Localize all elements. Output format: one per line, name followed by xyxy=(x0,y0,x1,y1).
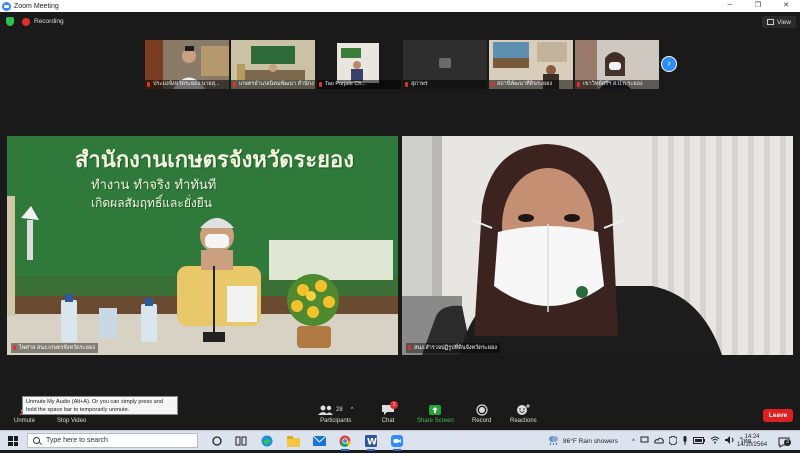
rain-cloud-icon xyxy=(548,435,559,447)
chat-button[interactable]: 1 Chat xyxy=(381,401,398,424)
participant-name: Tao Porjate Ch... xyxy=(317,80,401,89)
recording-icon xyxy=(22,18,30,26)
volume-icon[interactable] xyxy=(725,436,735,446)
window-title: Zoom Meeting xyxy=(14,2,59,10)
chat-badge: 1 xyxy=(390,401,398,409)
unmute-label: Unmute xyxy=(14,418,36,424)
next-page-button[interactable]: › xyxy=(661,56,677,72)
view-button[interactable]: View xyxy=(762,16,796,28)
security-shield-icon[interactable] xyxy=(6,17,14,26)
search-icon xyxy=(33,437,40,444)
participants-icon: 28 ^ xyxy=(318,402,354,418)
video-tile-left[interactable]: สำนักงานเกษตรจังหวัดระยอง ทำงาน ทำจริง ท… xyxy=(7,136,398,355)
cortana-icon[interactable] xyxy=(210,434,224,448)
chrome-browser-icon[interactable] xyxy=(338,434,352,451)
office-sign-motto: ทำงาน ทำจริง ทำทันที xyxy=(91,178,217,193)
security-icon[interactable] xyxy=(668,434,678,447)
zoom-app-icon[interactable] xyxy=(390,434,404,451)
system-tray: ^ ไทย xyxy=(632,431,751,451)
participant-thumbnail[interactable]: เกษตรอำเภอนิคมพัฒนา สำนักงาน... xyxy=(231,40,315,89)
participant-video-icon xyxy=(402,136,793,355)
notification-count: 3 xyxy=(784,439,791,446)
notification-center-icon[interactable]: 3 xyxy=(778,435,791,448)
clock-date: 14/10/2564 xyxy=(737,442,768,448)
battery-icon[interactable] xyxy=(693,436,706,446)
participants-button[interactable]: 28 ^ Participants xyxy=(318,402,354,424)
reactions-label: Reactions xyxy=(510,418,537,424)
participant-name: สุภาพร xyxy=(403,80,487,89)
view-label: View xyxy=(777,18,791,26)
close-button[interactable]: ✕ xyxy=(772,0,800,12)
edge-browser-icon[interactable] xyxy=(260,434,274,448)
participants-count: 28 xyxy=(336,407,343,413)
recording-label: Recording xyxy=(34,18,64,25)
windows-start-icon[interactable] xyxy=(8,436,18,446)
weather-text: 86°F Rain showers xyxy=(563,437,618,445)
record-label: Record xyxy=(472,418,492,424)
maximize-button[interactable]: ❐ xyxy=(744,0,772,12)
clock-time: 14:24 xyxy=(744,434,760,440)
windows-taskbar: Type here to search W 86°F Rain showers … xyxy=(0,430,800,451)
participant-thumbnail[interactable]: ประมงจังหวัดระยอง นายสุ... xyxy=(145,40,229,89)
participant-name: ประมงจังหวัดระยอง นายสุ... xyxy=(145,80,229,89)
network-icon[interactable] xyxy=(640,436,649,446)
meeting-info-bar: Recording View xyxy=(0,12,800,32)
share-screen-icon xyxy=(428,402,442,418)
grid-view-icon xyxy=(767,19,775,25)
participant-name: เกษตรอำเภอนิคมพัฒนา สำนักงาน... xyxy=(231,80,315,89)
unmute-tooltip: Unmute My Audio (Alt+A). Or you can simp… xyxy=(22,396,178,415)
minimize-button[interactable]: ─ xyxy=(716,0,744,12)
window-titlebar: Zoom Meeting ─ ❐ ✕ xyxy=(0,0,800,12)
share-screen-button[interactable]: Share Screen xyxy=(417,402,454,424)
participant-name: สถานีพัฒนาที่ดินระยอง xyxy=(489,80,573,89)
weather-widget[interactable]: 86°F Rain showers xyxy=(548,431,618,451)
office-sign-title: สำนักงานเกษตรจังหวัดระยอง xyxy=(75,147,354,173)
reactions-button[interactable]: Reactions xyxy=(510,402,537,424)
record-icon xyxy=(476,402,488,418)
word-icon[interactable]: W xyxy=(364,434,378,451)
video-tile-right[interactable]: สนง.สำรวจปฏิรูปที่ดินจังหวัดระยอง xyxy=(402,136,793,355)
taskbar-clock[interactable]: 14:24 14/10/2564 xyxy=(737,433,767,449)
smiley-add-icon xyxy=(516,402,531,418)
chat-bubble-icon: 1 xyxy=(381,401,398,418)
wifi-icon[interactable] xyxy=(710,436,720,446)
svg-text:W: W xyxy=(367,438,377,448)
office-sign-subtitle: เกิดผลสัมฤทธิ์และยั่งยืน xyxy=(91,196,212,210)
taskbar-search-input[interactable]: Type here to search xyxy=(27,433,198,448)
window-controls: ─ ❐ ✕ xyxy=(716,0,800,12)
participants-label: Participants xyxy=(320,418,352,424)
stop-video-label: Stop Video xyxy=(57,418,87,424)
task-view-icon[interactable] xyxy=(234,434,248,448)
participant-thumbnail[interactable]: สถานีพัฒนาที่ดินระยอง xyxy=(489,40,573,89)
search-placeholder: Type here to search xyxy=(46,437,108,444)
participant-thumbnail[interactable]: สุภาพร xyxy=(403,40,487,89)
participants-caret-icon[interactable]: ^ xyxy=(351,407,354,413)
mail-icon[interactable] xyxy=(312,434,326,448)
participant-name: สนง.สำรวจปฏิรูปที่ดินจังหวัดระยอง xyxy=(406,343,500,353)
participant-thumbnail[interactable]: เขาวิทย์ศรีฯ ส.ป.ก.ระยอง xyxy=(575,40,659,89)
microphone-tray-icon[interactable] xyxy=(682,435,688,447)
record-button[interactable]: Record xyxy=(472,402,491,424)
zoom-logo-icon xyxy=(2,1,11,11)
participant-thumbnail[interactable]: Tao Porjate Ch... xyxy=(317,40,401,89)
file-explorer-icon[interactable] xyxy=(286,434,300,448)
leave-button[interactable]: Leave xyxy=(763,409,793,422)
tray-chevron-icon[interactable]: ^ xyxy=(632,438,635,445)
share-screen-label: Share Screen xyxy=(417,418,454,424)
participant-name: เขาวิทย์ศรีฯ ส.ป.ก.ระยอง xyxy=(575,80,659,89)
chat-label: Chat xyxy=(381,418,395,424)
participant-name: ไพศาล สนง.เกษตรจังหวัดระยอง xyxy=(11,343,98,353)
onedrive-cloud-icon[interactable] xyxy=(654,437,664,446)
